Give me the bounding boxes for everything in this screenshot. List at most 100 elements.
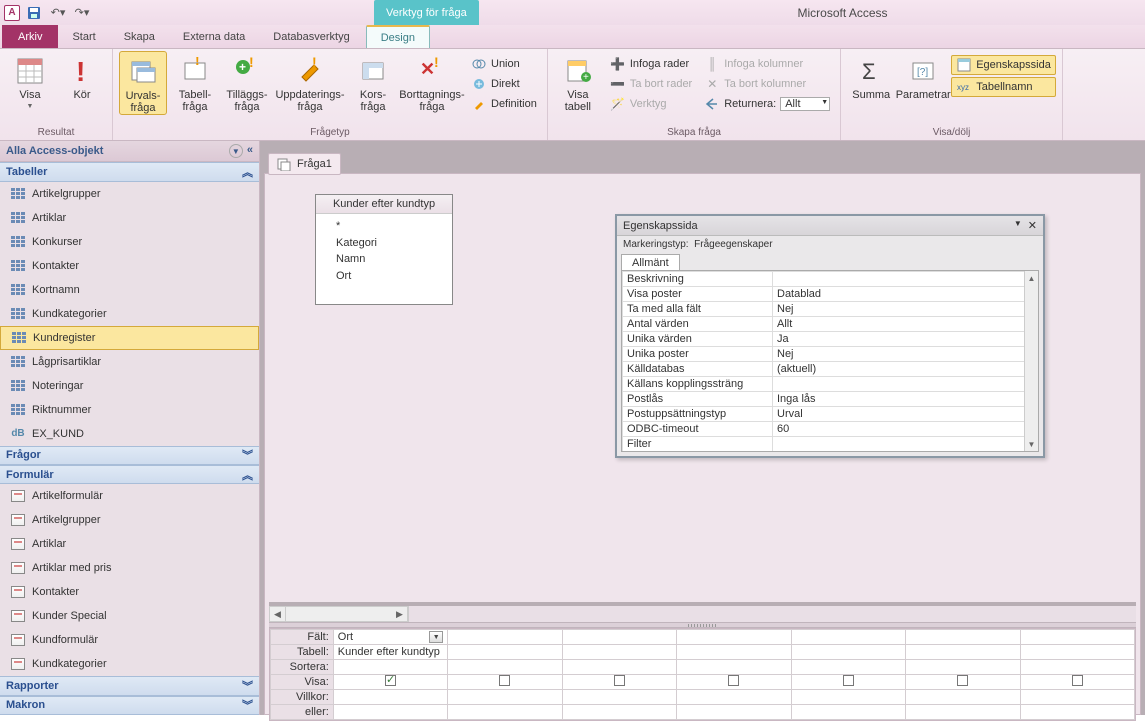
qbe-cell[interactable] [906, 690, 1020, 705]
parametrar-button[interactable]: [?] Parametrar [899, 51, 947, 101]
nav-item-table[interactable]: Artiklar [0, 206, 259, 230]
korsfraga-button[interactable]: Kors- fråga [349, 51, 397, 113]
qbe-cell[interactable] [562, 705, 676, 720]
qbe-cell[interactable] [562, 660, 676, 675]
prop-value[interactable]: Nej [773, 302, 1038, 317]
checkbox-checked-icon[interactable] [385, 675, 396, 686]
qbe-cell[interactable] [448, 660, 562, 675]
qbe-cell[interactable] [448, 705, 562, 720]
prop-value[interactable]: Allt [773, 317, 1038, 332]
infogarader-button[interactable]: ➕Infoga rader [606, 55, 696, 73]
nav-item-table[interactable]: Kundkategorier [0, 302, 259, 326]
nav-collapse-icon[interactable]: « [247, 144, 253, 158]
urvalsfraga-button[interactable]: Urvals- fråga [119, 51, 167, 115]
prop-value[interactable]: Ja [773, 332, 1038, 347]
prop-value[interactable] [773, 377, 1038, 392]
qbe-table-value[interactable]: Kunder efter kundtyp [333, 645, 447, 660]
qbe-cell[interactable] [333, 705, 447, 720]
checkbox-icon[interactable] [499, 675, 510, 686]
nav-item-table[interactable]: Kontakter [0, 254, 259, 278]
qbe-cell[interactable] [906, 645, 1020, 660]
nav-item-form[interactable]: Kontakter [0, 580, 259, 604]
checkbox-icon[interactable] [843, 675, 854, 686]
nav-item-table[interactable]: dBEX_KUND [0, 422, 259, 446]
checkbox-icon[interactable] [728, 675, 739, 686]
nav-item-form[interactable]: Artiklar [0, 532, 259, 556]
qbe-cell[interactable] [1020, 705, 1134, 720]
qbe-cell[interactable] [906, 660, 1020, 675]
checkbox-icon[interactable] [1072, 675, 1083, 686]
qbe-show-cell[interactable] [333, 675, 447, 690]
qbe-cell[interactable] [791, 690, 905, 705]
union-button[interactable]: Union [467, 55, 541, 73]
checkbox-icon[interactable] [957, 675, 968, 686]
uppdateringsfraga-button[interactable]: ! Uppdaterings- fråga [275, 51, 345, 113]
infogakolumner-button[interactable]: ║Infoga kolumner [700, 55, 834, 73]
source-table-box[interactable]: Kunder efter kundtyp *KategoriNamnOrt [315, 194, 453, 305]
nav-item-table[interactable]: Konkurser [0, 230, 259, 254]
qbe-show-cell[interactable] [1020, 675, 1134, 690]
qbe-cell[interactable] [791, 705, 905, 720]
propsheet-scrollbar[interactable]: ▲▼ [1024, 271, 1038, 451]
qbe-cell[interactable] [333, 690, 447, 705]
qbe-show-cell[interactable] [562, 675, 676, 690]
tabellfraga-button[interactable]: ! Tabell- fråga [171, 51, 219, 113]
source-field[interactable]: Kategori [336, 235, 444, 252]
propsheet-tab-allmant[interactable]: Allmänt [621, 254, 680, 271]
qbe-field-cell[interactable]: Ort▼ [333, 630, 447, 645]
qbe-cell[interactable] [1020, 645, 1134, 660]
qbe-show-cell[interactable] [906, 675, 1020, 690]
qbe-cell[interactable] [677, 645, 791, 660]
nav-item-form[interactable]: Artikelformulär [0, 484, 259, 508]
nav-item-table[interactable]: Artikelgrupper [0, 182, 259, 206]
nav-group-formular[interactable]: Formulär︽ [0, 465, 259, 484]
qbe-cell[interactable] [562, 645, 676, 660]
prop-value[interactable] [773, 272, 1038, 287]
prop-value[interactable]: (aktuell) [773, 362, 1038, 377]
nav-item-form[interactable]: Kundkategorier [0, 652, 259, 676]
qbe-cell[interactable] [791, 645, 905, 660]
qbe-cell[interactable] [1020, 630, 1134, 645]
qbe-cell[interactable] [677, 690, 791, 705]
visatabell-button[interactable]: + Visa tabell [554, 51, 602, 113]
qat-redo-icon[interactable]: ↷▾ [72, 3, 92, 23]
qbe-grid[interactable]: Fält: Ort▼ Tabell: Kunder efter kundtyp … [269, 628, 1136, 721]
nav-item-table[interactable]: Noteringar [0, 374, 259, 398]
propsheet-dropdown-icon[interactable]: ▼ [1014, 219, 1022, 232]
qbe-cell[interactable] [906, 630, 1020, 645]
tab-skapa[interactable]: Skapa [110, 25, 169, 48]
qbe-cell[interactable] [906, 705, 1020, 720]
kor-button[interactable]: ! Kör [58, 51, 106, 101]
qbe-cell[interactable] [562, 690, 676, 705]
summa-button[interactable]: Σ Summa [847, 51, 895, 101]
direkt-button[interactable]: Direkt [467, 75, 541, 93]
source-field[interactable]: Ort [336, 268, 444, 285]
prop-value[interactable]: Urval [773, 407, 1038, 422]
source-field[interactable]: * [336, 218, 444, 235]
source-field-list[interactable]: *KategoriNamnOrt [316, 214, 452, 304]
verktyg-button[interactable]: 🪄Verktyg [606, 95, 696, 113]
qbe-cell[interactable] [677, 705, 791, 720]
visa-button[interactable]: Visa ▼ [6, 51, 54, 111]
qbe-cell[interactable] [448, 630, 562, 645]
nav-group-makron[interactable]: Makron︾ [0, 696, 259, 715]
prop-value[interactable]: Inga lås [773, 392, 1038, 407]
tab-file[interactable]: Arkiv [2, 25, 58, 48]
prop-value[interactable] [773, 437, 1038, 452]
nav-item-form[interactable]: Artikelgrupper [0, 508, 259, 532]
qbe-show-cell[interactable] [448, 675, 562, 690]
nav-item-form[interactable]: Kunder Special [0, 604, 259, 628]
qat-undo-icon[interactable]: ↶▾ [48, 3, 68, 23]
returnera-combo[interactable]: Allt▼ [780, 97, 830, 111]
prop-value[interactable]: 60 [773, 422, 1038, 437]
egenskapssida-button[interactable]: Egenskapssida [951, 55, 1056, 75]
tab-design[interactable]: Design [366, 25, 430, 48]
nav-item-table[interactable]: Kundregister [0, 326, 259, 350]
tab-databasverktyg[interactable]: Databasverktyg [259, 25, 363, 48]
definition-button[interactable]: Definition [467, 95, 541, 113]
document-tab[interactable]: Fråga1 [268, 153, 341, 175]
source-field[interactable]: Namn [336, 251, 444, 268]
qbe-show-cell[interactable] [677, 675, 791, 690]
qbe-cell[interactable] [1020, 660, 1134, 675]
nav-item-table[interactable]: Riktnummer [0, 398, 259, 422]
